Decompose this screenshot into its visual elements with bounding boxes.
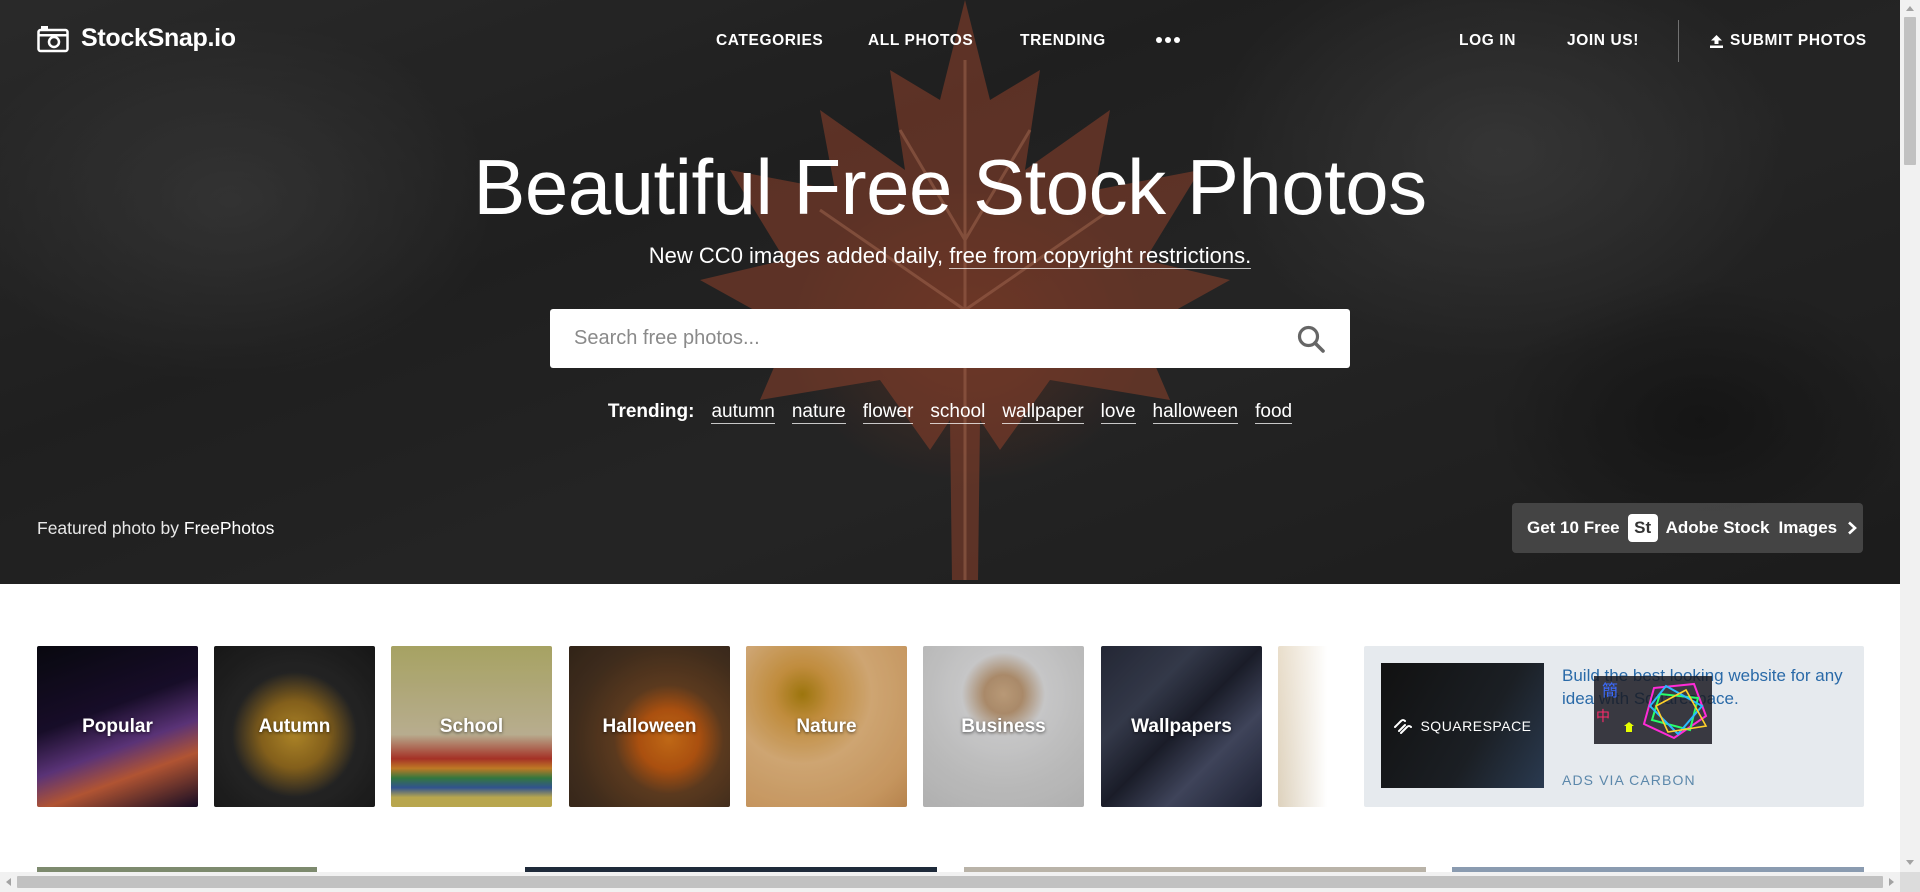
category-label: Halloween bbox=[602, 715, 697, 737]
nav-all-photos[interactable]: ALL PHOTOS bbox=[868, 32, 973, 50]
camera-icon bbox=[37, 25, 69, 52]
login-link[interactable]: LOG IN bbox=[1459, 32, 1516, 50]
trending-tag-flower[interactable]: flower bbox=[862, 401, 914, 424]
trending-label: Trending: bbox=[607, 401, 695, 422]
ad-image[interactable]: SQUARESPACE bbox=[1381, 663, 1544, 788]
chevron-right-icon bbox=[1848, 521, 1858, 535]
featured-credit: Featured photo by FreePhotos bbox=[37, 518, 274, 539]
nav-trending[interactable]: TRENDING bbox=[1020, 32, 1106, 50]
hero-subtitle: New CC0 images added daily, free from co… bbox=[0, 243, 1900, 269]
svg-text:簡: 簡 bbox=[1602, 681, 1618, 700]
nav-divider bbox=[1678, 20, 1679, 62]
category-label: Autumn bbox=[258, 715, 331, 737]
category-autumn[interactable]: Autumn bbox=[214, 646, 375, 807]
trending-tag-wallpaper[interactable]: wallpaper bbox=[1002, 401, 1084, 424]
scroll-right-arrow-icon[interactable] bbox=[1886, 876, 1896, 888]
svg-text:中: 中 bbox=[1596, 709, 1610, 725]
trending-tag-halloween[interactable]: halloween bbox=[1152, 401, 1239, 424]
trending-tag-school[interactable]: school bbox=[930, 401, 986, 424]
category-popular[interactable]: Popular bbox=[37, 646, 198, 807]
scroll-up-arrow-icon[interactable] bbox=[1904, 4, 1916, 14]
category-wallpapers[interactable]: Wallpapers bbox=[1101, 646, 1262, 807]
join-link[interactable]: JOIN US! bbox=[1567, 32, 1639, 50]
nav-categories[interactable]: CATEGORIES bbox=[716, 32, 823, 50]
category-nature[interactable]: Nature bbox=[746, 646, 907, 807]
submit-photos-button[interactable]: SUBMIT PHOTOS bbox=[1709, 32, 1867, 50]
trending-tag-autumn[interactable]: autumn bbox=[711, 401, 775, 424]
search-input[interactable] bbox=[550, 309, 1296, 368]
category-fade bbox=[1275, 646, 1327, 807]
ads-via-carbon-link[interactable]: ADS VIA CARBON bbox=[1562, 772, 1696, 788]
category-label: School bbox=[439, 715, 504, 737]
upload-icon bbox=[1710, 34, 1723, 48]
adobe-suffix: Images bbox=[1778, 518, 1838, 537]
squarespace-logo-icon bbox=[1394, 718, 1413, 734]
trending-tag-love[interactable]: love bbox=[1100, 401, 1136, 424]
adobe-stock-button[interactable]: Get 10 Free St Adobe Stock Images bbox=[1512, 503, 1863, 553]
horizontal-scrollbar[interactable] bbox=[0, 872, 1900, 892]
category-label: Business bbox=[961, 715, 1046, 737]
adobe-brand: Adobe Stock bbox=[1665, 518, 1770, 537]
submit-photos-label: SUBMIT PHOTOS bbox=[1730, 32, 1867, 49]
category-strip: Popular Autumn School Halloween Nature B… bbox=[37, 646, 1327, 807]
scroll-down-arrow-icon[interactable] bbox=[1904, 857, 1916, 867]
featured-prefix: Featured photo by bbox=[37, 518, 184, 538]
ellipsis-icon[interactable] bbox=[1156, 27, 1180, 43]
hero-subtitle-text: New CC0 images added daily, bbox=[648, 243, 950, 268]
adobe-stock-badge: St bbox=[1627, 514, 1658, 542]
ad-brand: SQUARESPACE bbox=[1420, 717, 1532, 734]
trending-tag-food[interactable]: food bbox=[1255, 401, 1293, 424]
brand-logo[interactable]: StockSnap.io bbox=[37, 24, 236, 53]
copyright-link[interactable]: free from copyright restrictions. bbox=[949, 243, 1252, 269]
featured-author-link[interactable]: FreePhotos bbox=[184, 518, 274, 538]
scrollbar-corner bbox=[1900, 872, 1920, 892]
category-label: Wallpapers bbox=[1131, 715, 1232, 737]
vertical-scrollbar[interactable] bbox=[1900, 0, 1920, 892]
category-label: Popular bbox=[82, 715, 153, 737]
trending-tags: Trending: autumn nature flower school wa… bbox=[0, 401, 1900, 424]
vertical-scroll-thumb[interactable] bbox=[1904, 17, 1916, 165]
category-school[interactable]: School bbox=[391, 646, 552, 807]
adobe-prefix: Get 10 Free bbox=[1527, 518, 1620, 537]
category-halloween[interactable]: Halloween bbox=[569, 646, 730, 807]
trending-tag-nature[interactable]: nature bbox=[791, 401, 846, 424]
scroll-left-arrow-icon[interactable] bbox=[4, 876, 14, 888]
ime-widget-icon[interactable]: 簡 中 bbox=[1594, 676, 1712, 744]
search-icon[interactable] bbox=[1296, 324, 1326, 354]
category-label: Nature bbox=[796, 715, 857, 737]
hero-title: Beautiful Free Stock Photos bbox=[473, 143, 1427, 231]
category-business[interactable]: Business bbox=[923, 646, 1084, 807]
hero-overlay bbox=[0, 0, 1900, 584]
search-bar bbox=[550, 309, 1350, 368]
horizontal-scroll-thumb[interactable] bbox=[17, 876, 1883, 888]
hero-section: StockSnap.io CATEGORIES ALL PHOTOS TREND… bbox=[0, 0, 1900, 584]
brand-name: StockSnap.io bbox=[81, 24, 236, 52]
